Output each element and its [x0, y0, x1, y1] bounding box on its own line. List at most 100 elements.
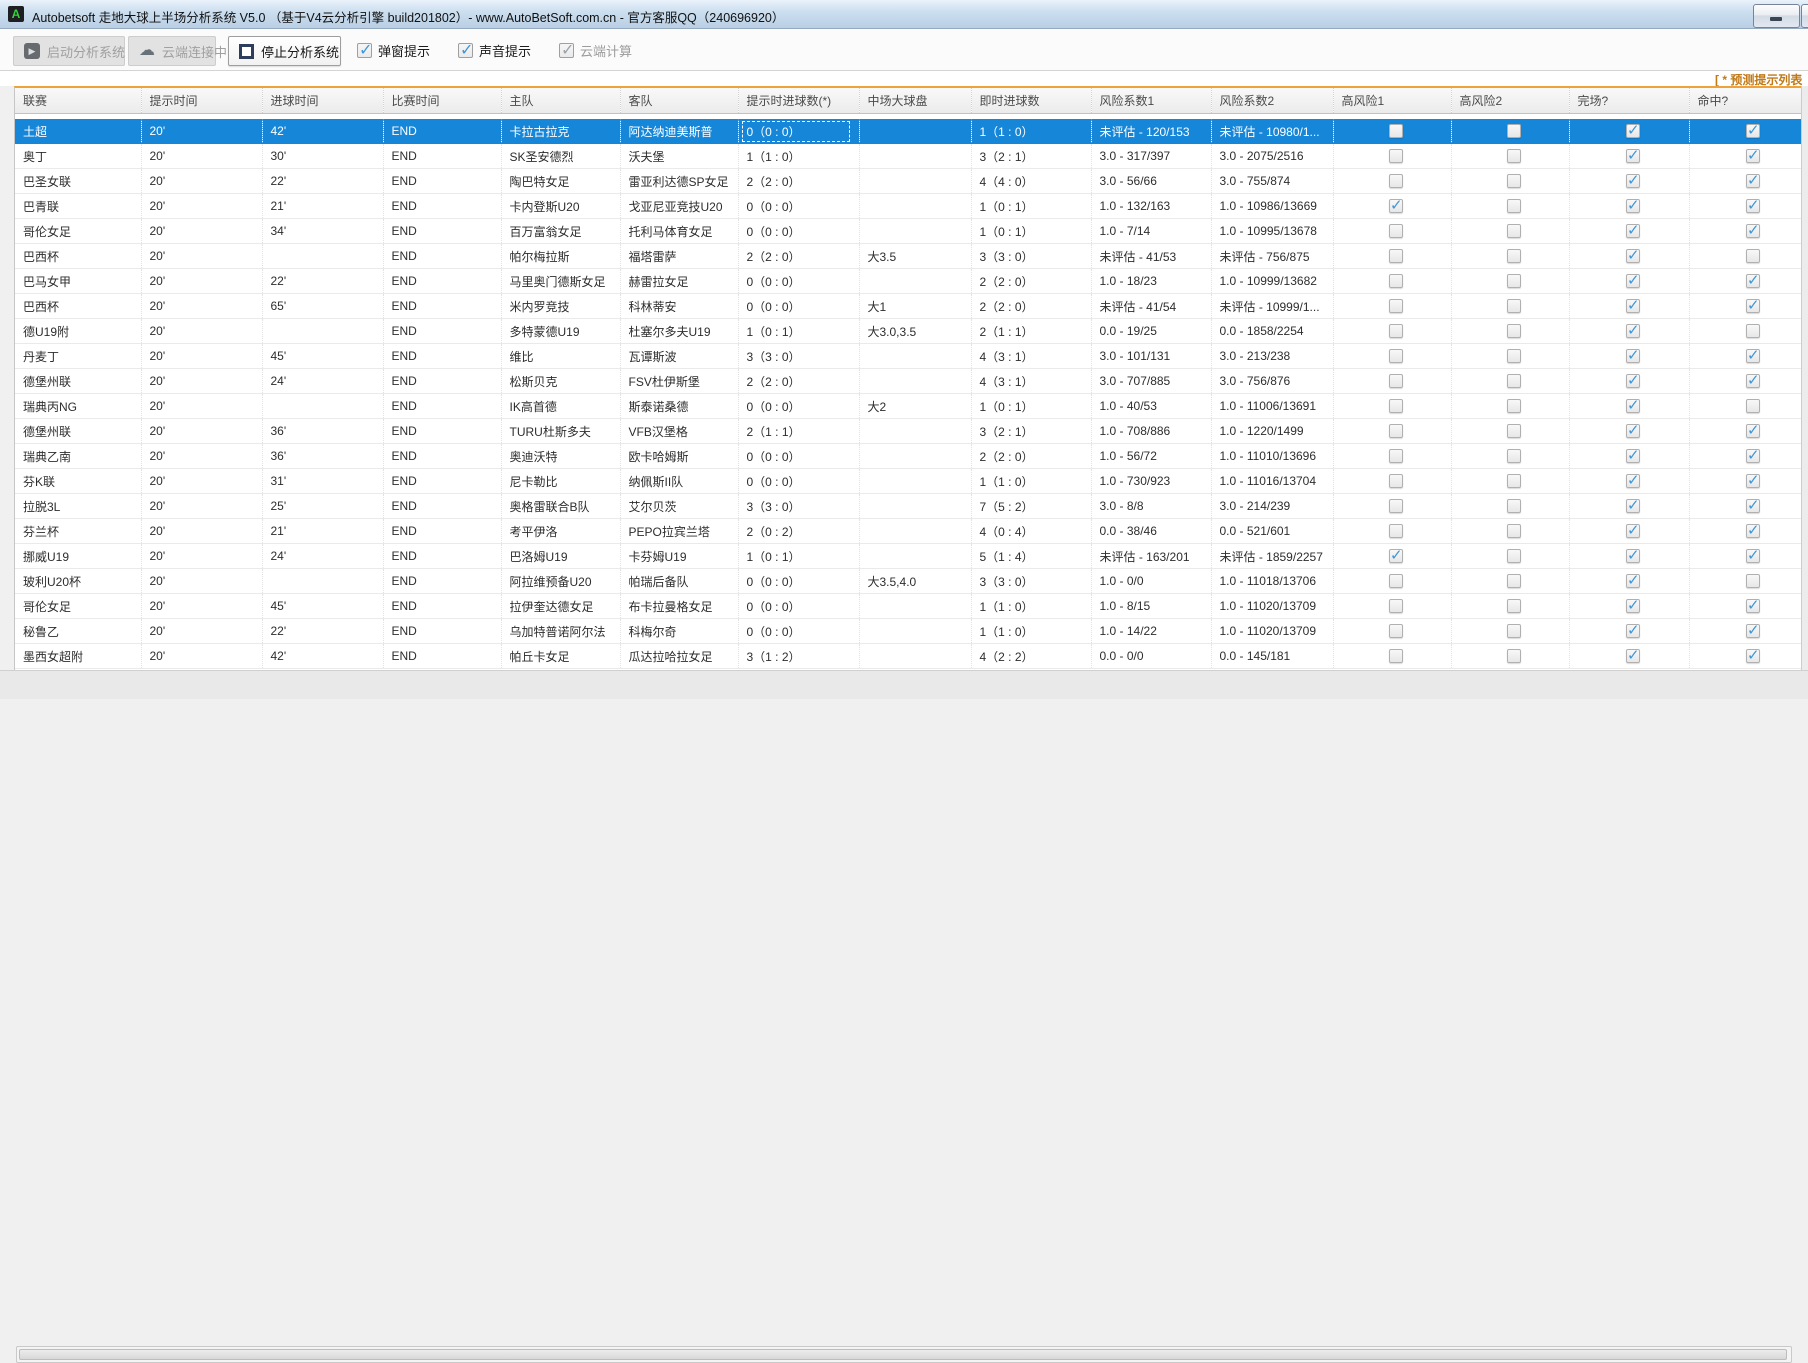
table-row[interactable]: 巴圣女联 20' 22' END 陶巴特女足 雷亚利达德SP女足 2（2 : 0） 4（4 :…: [15, 168, 1808, 194]
grid-checkbox-hit[interactable]: [1746, 371, 1760, 389]
grid-checkbox-hr2[interactable]: [1507, 474, 1521, 489]
grid-checkbox-hit[interactable]: [1746, 121, 1760, 139]
grid-checkbox-hit[interactable]: [1746, 471, 1760, 489]
grid-checkbox-hr2[interactable]: [1507, 624, 1521, 639]
grid-checkbox-hr2[interactable]: [1507, 199, 1521, 214]
grid-checkbox-hr1[interactable]: [1389, 399, 1403, 414]
table-row[interactable]: 德U19附 20' END 多特蒙德U19 杜塞尔多夫U19 1（0 : 1） 大3.0,3…: [15, 318, 1808, 344]
toolbar-option-1[interactable]: 声音提示: [458, 40, 531, 60]
column-header-8[interactable]: 即时进球数: [971, 88, 1092, 114]
grid-checkbox-hr1[interactable]: [1389, 349, 1403, 364]
grid-checkbox-finished[interactable]: [1626, 496, 1640, 514]
grid-checkbox-hit[interactable]: [1746, 496, 1760, 514]
column-header-0[interactable]: 联赛: [15, 88, 142, 114]
grid-checkbox-hit[interactable]: [1746, 399, 1760, 414]
grid-checkbox-hr1[interactable]: [1389, 449, 1403, 464]
grid-checkbox-hr2[interactable]: [1507, 424, 1521, 439]
grid-checkbox-finished[interactable]: [1626, 246, 1640, 264]
grid-checkbox-hr1[interactable]: [1389, 574, 1403, 589]
grid-checkbox-finished[interactable]: [1626, 196, 1640, 214]
grid-checkbox-hr2[interactable]: [1507, 324, 1521, 339]
grid-checkbox-hr2[interactable]: [1507, 449, 1521, 464]
grid-checkbox-hr1[interactable]: [1389, 299, 1403, 314]
grid-checkbox-finished[interactable]: [1626, 121, 1640, 139]
grid-checkbox-hr2[interactable]: [1507, 649, 1521, 664]
table-row[interactable]: 玻利U20杯 20' END 阿拉维预备U20 帕瑞后备队 0（0 : 0） 大3.5,4.…: [15, 568, 1808, 594]
table-row[interactable]: 土超 20' 42' END 卡拉古拉克 阿达纳迪美斯普 0（0 : 0） 1（1 : 0）未…: [15, 119, 1808, 144]
table-row[interactable]: 瑞典丙NG 20' END IK高首德 斯泰诺桑德 0（0 : 0） 大2 1（0 : 1） 1…: [15, 393, 1808, 419]
grid-checkbox-finished[interactable]: [1626, 296, 1640, 314]
table-row[interactable]: 巴西杯 20' 65' END 米内罗竞技 科林蒂安 0（0 : 0） 大1 2（2 : 0）未…: [15, 293, 1808, 319]
grid-checkbox-hit[interactable]: [1746, 621, 1760, 639]
grid-checkbox-hr2[interactable]: [1507, 374, 1521, 389]
grid-checkbox-hr1[interactable]: [1389, 324, 1403, 339]
grid-checkbox-hr2[interactable]: [1507, 549, 1521, 564]
grid-checkbox-finished[interactable]: [1626, 421, 1640, 439]
grid-checkbox-hr2[interactable]: [1507, 174, 1521, 189]
grid-checkbox-hit[interactable]: [1746, 296, 1760, 314]
grid-checkbox-hr2[interactable]: [1507, 249, 1521, 264]
grid-checkbox-hr2[interactable]: [1507, 574, 1521, 589]
table-row[interactable]: 芬兰杯 20' 21' END 考平伊洛 PEPO拉宾兰塔 2（0 : 2） 4（0 : 4）…: [15, 518, 1808, 544]
grid-checkbox-hr1[interactable]: [1389, 524, 1403, 539]
table-row[interactable]: 墨西女超附 20' 42' END 帕丘卡女足 瓜达拉哈拉女足 3（1 : 2） 4（2 : …: [15, 643, 1808, 669]
column-header-2[interactable]: 进球时间: [262, 88, 384, 114]
table-row[interactable]: 奥丁 20' 30' END SK圣安德烈 沃夫堡 1（1 : 0） 3（2 : 1） 3.0 …: [15, 143, 1808, 169]
toolbar-option-0[interactable]: 弹窗提示: [357, 40, 430, 60]
table-row[interactable]: 丹麦丁 20' 45' END 维比 瓦谭斯波 3（3 : 0） 4（3 : 1） 3.0 - …: [15, 343, 1808, 369]
grid-checkbox-hit[interactable]: [1746, 221, 1760, 239]
table-row[interactable]: 巴西杯 20' END 帕尔梅拉斯 福塔雷萨 2（2 : 0） 大3.5 3（3 : 0） 未评…: [15, 243, 1808, 269]
grid-checkbox-hit[interactable]: [1746, 196, 1760, 214]
grid-checkbox-hit[interactable]: [1746, 421, 1760, 439]
grid-checkbox-hit[interactable]: [1746, 646, 1760, 664]
minimize-button[interactable]: [1753, 4, 1800, 28]
column-header-1[interactable]: 提示时间: [141, 88, 263, 114]
table-row[interactable]: 哥伦女足 20' 45' END 拉伊奎达德女足 布卡拉曼格女足 0（0 : 0） 1（1 :…: [15, 593, 1808, 619]
grid-checkbox-hr2[interactable]: [1507, 299, 1521, 314]
column-header-12[interactable]: 高风险2: [1451, 88, 1570, 114]
grid-checkbox-hr2[interactable]: [1507, 274, 1521, 289]
column-header-10[interactable]: 风险系数2: [1211, 88, 1334, 114]
grid-checkbox-hit[interactable]: [1746, 146, 1760, 164]
grid-checkbox-finished[interactable]: [1626, 521, 1640, 539]
grid-checkbox-hr1[interactable]: [1389, 546, 1403, 564]
grid-checkbox-hr1[interactable]: [1389, 374, 1403, 389]
grid-checkbox-finished[interactable]: [1626, 646, 1640, 664]
vertical-scrollbar[interactable]: [1801, 86, 1808, 670]
column-header-14[interactable]: 命中?: [1689, 88, 1808, 114]
grid-checkbox-hr2[interactable]: [1507, 524, 1521, 539]
grid-checkbox-hit[interactable]: [1746, 324, 1760, 339]
table-row[interactable]: 巴马女甲 20' 22' END 马里奥门德斯女足 赫雷拉女足 0（0 : 0） 2（2 : …: [15, 268, 1808, 294]
column-header-3[interactable]: 比赛时间: [383, 88, 502, 114]
grid-checkbox-hr2[interactable]: [1507, 599, 1521, 614]
grid-checkbox-hr1[interactable]: [1389, 424, 1403, 439]
cloud-connect-button[interactable]: ☁ 云端连接中: [128, 36, 227, 66]
maximize-button[interactable]: [1801, 4, 1808, 28]
grid-checkbox-finished[interactable]: [1626, 371, 1640, 389]
grid-checkbox-hit[interactable]: [1746, 346, 1760, 364]
grid-checkbox-hit[interactable]: [1746, 271, 1760, 289]
column-header-13[interactable]: 完场?: [1569, 88, 1690, 114]
grid-checkbox-hr1[interactable]: [1389, 249, 1403, 264]
table-row[interactable]: 德堡州联 20' 36' END TURU杜斯多夫 VFB汉堡格 2（1 : 1） 3（2 :…: [15, 418, 1808, 444]
table-row[interactable]: 德堡州联 20' 24' END 松斯贝克 FSV杜伊斯堡 2（2 : 0） 4（3 : 1）…: [15, 368, 1808, 394]
horizontal-scrollbar-thumb[interactable]: [19, 1349, 1787, 1360]
grid-checkbox-hr1[interactable]: [1389, 599, 1403, 614]
grid-checkbox-finished[interactable]: [1626, 571, 1640, 589]
start-analysis-button[interactable]: ▶ 启动分析系统: [13, 36, 125, 66]
horizontal-scrollbar[interactable]: [16, 1346, 1792, 1363]
grid-checkbox-hit[interactable]: [1746, 596, 1760, 614]
grid-checkbox-hr2[interactable]: [1507, 399, 1521, 414]
table-row[interactable]: 哥伦女足 20' 34' END 百万富翁女足 托利马体育女足 0（0 : 0） 1（0 : …: [15, 218, 1808, 244]
grid-checkbox-hit[interactable]: [1746, 574, 1760, 589]
grid-checkbox-finished[interactable]: [1626, 471, 1640, 489]
table-row[interactable]: 瑞典乙南 20' 36' END 奥迪沃特 欧卡哈姆斯 0（0 : 0） 2（2 : 0） 1.…: [15, 443, 1808, 469]
table-row[interactable]: 拉脱3L 20' 25' END 奥格雷联合B队 艾尔贝茨 3（3 : 0） 7（5 : 2）…: [15, 493, 1808, 519]
grid-checkbox-hit[interactable]: [1746, 249, 1760, 264]
grid-checkbox-hr1[interactable]: [1389, 174, 1403, 189]
grid-checkbox-hit[interactable]: [1746, 446, 1760, 464]
grid-checkbox-hr1[interactable]: [1389, 149, 1403, 164]
grid-checkbox-hit[interactable]: [1746, 521, 1760, 539]
grid-checkbox-finished[interactable]: [1626, 271, 1640, 289]
grid-checkbox-hr1[interactable]: [1389, 196, 1403, 214]
